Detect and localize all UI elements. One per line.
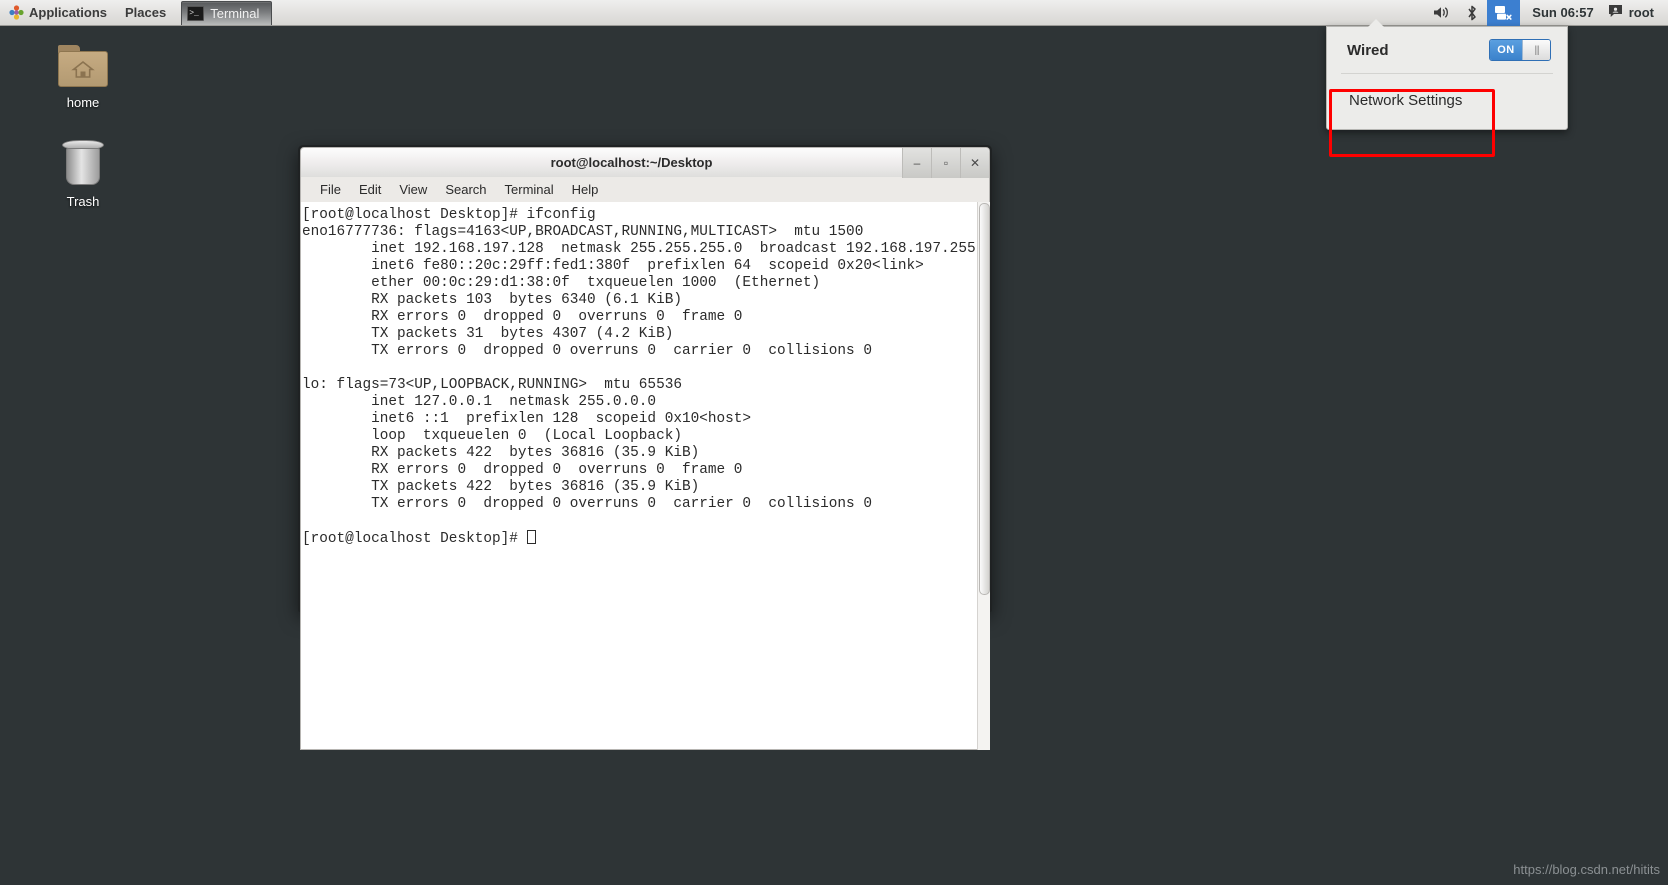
menu-view[interactable]: View <box>390 177 436 202</box>
maximize-button[interactable]: ▫ <box>931 147 960 178</box>
terminal-line: inet 192.168.197.128 netmask 255.255.255… <box>302 241 976 257</box>
close-button[interactable]: ✕ <box>960 147 989 178</box>
user-menu[interactable]: root <box>1606 4 1660 21</box>
terminal-line: RX packets 422 bytes 36816 (35.9 KiB) <box>302 445 700 461</box>
network-icon[interactable] <box>1487 0 1521 26</box>
terminal-menubar: File Edit View Search Terminal Help <box>300 177 990 202</box>
terminal-cursor <box>526 530 536 544</box>
terminal-line: loop txqueuelen 0 (Local Loopback) <box>302 428 682 444</box>
user-icon <box>1608 4 1623 21</box>
terminal-line: [root@localhost Desktop]# ifconfig <box>302 207 596 223</box>
menu-edit[interactable]: Edit <box>350 177 390 202</box>
terminal-window: root@localhost:~/Desktop – ▫ ✕ File Edit… <box>298 145 992 750</box>
terminal-line: inet6 ::1 prefixlen 128 scopeid 0x10<hos… <box>302 411 752 427</box>
terminal-line: RX errors 0 dropped 0 overruns 0 frame 0 <box>302 462 743 478</box>
terminal-icon: >_ <box>187 5 205 21</box>
trash-can-icon <box>62 140 104 186</box>
places-label: Places <box>125 5 167 20</box>
terminal-line: RX packets 103 bytes 6340 (6.1 KiB) <box>302 292 682 308</box>
user-name: root <box>1628 5 1654 20</box>
system-tray: Sun 06:57 root <box>1426 0 1668 26</box>
network-settings-label: Network Settings <box>1349 92 1463 109</box>
menu-file[interactable]: File <box>311 177 350 202</box>
terminal-line: lo: flags=73<UP,LOOPBACK,RUNNING> mtu 65… <box>302 377 682 393</box>
desktop-icon-label: home <box>66 95 100 110</box>
terminal-line: eno16777736: flags=4163<UP,BROADCAST,RUN… <box>302 224 864 240</box>
window-controls: – ▫ ✕ <box>902 147 989 178</box>
terminal-line: TX errors 0 dropped 0 overruns 0 carrier… <box>302 343 872 359</box>
terminal-line: TX errors 0 dropped 0 overruns 0 carrier… <box>302 496 872 512</box>
applications-starburst-icon <box>9 5 24 20</box>
menu-search[interactable]: Search <box>436 177 495 202</box>
terminal-prompt-line: [root@localhost Desktop]# <box>302 530 972 548</box>
terminal-titlebar[interactable]: root@localhost:~/Desktop – ▫ ✕ <box>300 147 990 178</box>
wired-connection-row: Wired ON ||| <box>1327 27 1567 73</box>
terminal-prompt: [root@localhost Desktop]# <box>302 531 527 547</box>
taskbar-window-terminal[interactable]: >_ Terminal <box>181 0 273 25</box>
toggle-on-label: ON <box>1490 40 1522 60</box>
scrollbar-thumb[interactable] <box>979 203 990 595</box>
taskbar-window-label: Terminal <box>210 5 260 21</box>
volume-icon[interactable] <box>1426 0 1457 26</box>
applications-menu[interactable]: Applications <box>0 0 116 26</box>
minimize-button[interactable]: – <box>902 147 931 178</box>
wired-toggle-switch[interactable]: ON ||| <box>1489 39 1551 61</box>
watermark: https://blog.csdn.net/hitits <box>1513 862 1660 877</box>
terminal-line: RX errors 0 dropped 0 overruns 0 frame 0 <box>302 309 743 325</box>
places-menu[interactable]: Places <box>116 0 175 26</box>
menu-terminal[interactable]: Terminal <box>496 177 563 202</box>
panel-left-group: Applications Places >_ Terminal <box>0 0 273 26</box>
desktop-icon-trash[interactable]: Trash <box>35 140 131 209</box>
wired-label: Wired <box>1347 41 1389 59</box>
folder-home-icon <box>58 45 108 87</box>
terminal-line: inet6 fe80::20c:29ff:fed1:380f prefixlen… <box>302 258 924 274</box>
terminal-line: TX packets 422 bytes 36816 (35.9 KiB) <box>302 479 700 495</box>
terminal-line: inet 127.0.0.1 netmask 255.0.0.0 <box>302 394 657 410</box>
network-settings-menu-item[interactable]: Network Settings <box>1327 74 1567 129</box>
applications-label: Applications <box>29 5 108 20</box>
clock[interactable]: Sun 06:57 <box>1522 5 1603 20</box>
top-panel: Applications Places >_ Terminal Sun 06:5… <box>0 0 1668 26</box>
terminal-title: root@localhost:~/Desktop <box>550 155 713 170</box>
terminal-line: ether 00:0c:29:d1:38:0f txqueuelen 1000 … <box>302 275 821 291</box>
terminal-scrollbar[interactable] <box>977 202 990 750</box>
toggle-knob: ||| <box>1522 40 1550 60</box>
terminal-line: TX packets 31 bytes 4307 (4.2 KiB) <box>302 326 674 342</box>
dropdown-arrow <box>1367 19 1385 28</box>
menu-help[interactable]: Help <box>563 177 608 202</box>
network-dropdown-menu: Wired ON ||| Network Settings <box>1326 19 1568 130</box>
desktop-icon-label: Trash <box>66 194 100 209</box>
desktop-icon-home[interactable]: home <box>35 45 131 110</box>
terminal-output: [root@localhost Desktop]# ifconfig eno167… <box>300 201 976 752</box>
bluetooth-icon[interactable] <box>1459 0 1485 26</box>
